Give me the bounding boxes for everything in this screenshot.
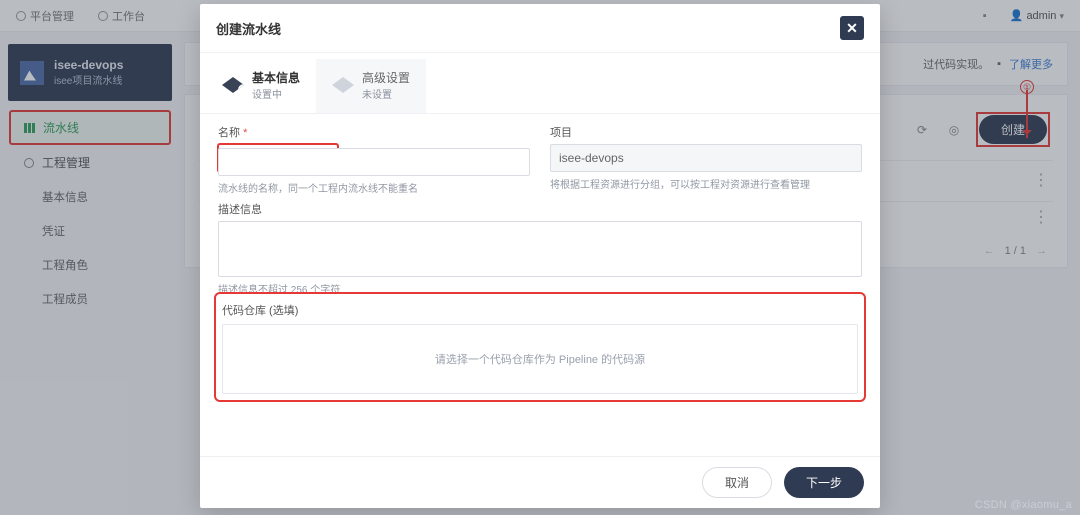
cancel-button[interactable]: 取消: [702, 467, 772, 498]
layers-icon: [222, 77, 244, 93]
project-hint: 将根据工程资源进行分组，可以按工程对资源进行查看管理: [550, 176, 862, 191]
modal-tabs: 基本信息 设置中 高级设置 未设置: [200, 53, 880, 114]
tab-basic-info[interactable]: 基本信息 设置中: [206, 59, 316, 113]
layers-icon: [332, 77, 354, 93]
tab-title: 基本信息: [252, 69, 300, 86]
modal-footer: 取消 下一步: [200, 456, 880, 508]
tab-advanced[interactable]: 高级设置 未设置: [316, 59, 426, 113]
repo-label: 代码仓库 (选填): [222, 302, 858, 318]
close-icon[interactable]: ✕: [840, 16, 864, 40]
repo-section-highlight: 代码仓库 (选填) 请选择一个代码仓库作为 Pipeline 的代码源: [218, 296, 862, 398]
modal-header: 创建流水线 ✕: [200, 4, 880, 53]
repo-selector[interactable]: 请选择一个代码仓库作为 Pipeline 的代码源: [222, 324, 858, 394]
name-hint: 流水线的名称，同一个工程内流水线不能重名: [218, 180, 530, 195]
name-label: 名称 *: [218, 124, 530, 140]
desc-hint: 描述信息不超过 256 个字符: [218, 281, 862, 296]
next-button[interactable]: 下一步: [784, 467, 864, 498]
desc-label: 描述信息: [218, 201, 862, 217]
watermark: CSDN @xiaomu_a: [975, 499, 1072, 511]
tab-subtitle: 未设置: [362, 86, 410, 101]
modal-title: 创建流水线: [216, 19, 281, 38]
desc-textarea[interactable]: [218, 221, 862, 277]
modal-overlay: 创建流水线 ✕ 基本信息 设置中 高级设置 未设置: [0, 0, 1080, 515]
tab-subtitle: 设置中: [252, 86, 300, 101]
project-label: 项目: [550, 124, 862, 140]
tab-title: 高级设置: [362, 69, 410, 86]
create-pipeline-modal: 创建流水线 ✕ 基本信息 设置中 高级设置 未设置: [200, 4, 880, 508]
project-input: [550, 144, 862, 172]
modal-body: 名称 * 流水线的名称，同一个工程内流水线不能重名 项目 将根据工程资源进行分组…: [200, 114, 880, 456]
name-input-full[interactable]: [218, 148, 530, 176]
repo-placeholder: 请选择一个代码仓库作为 Pipeline 的代码源: [435, 351, 645, 367]
